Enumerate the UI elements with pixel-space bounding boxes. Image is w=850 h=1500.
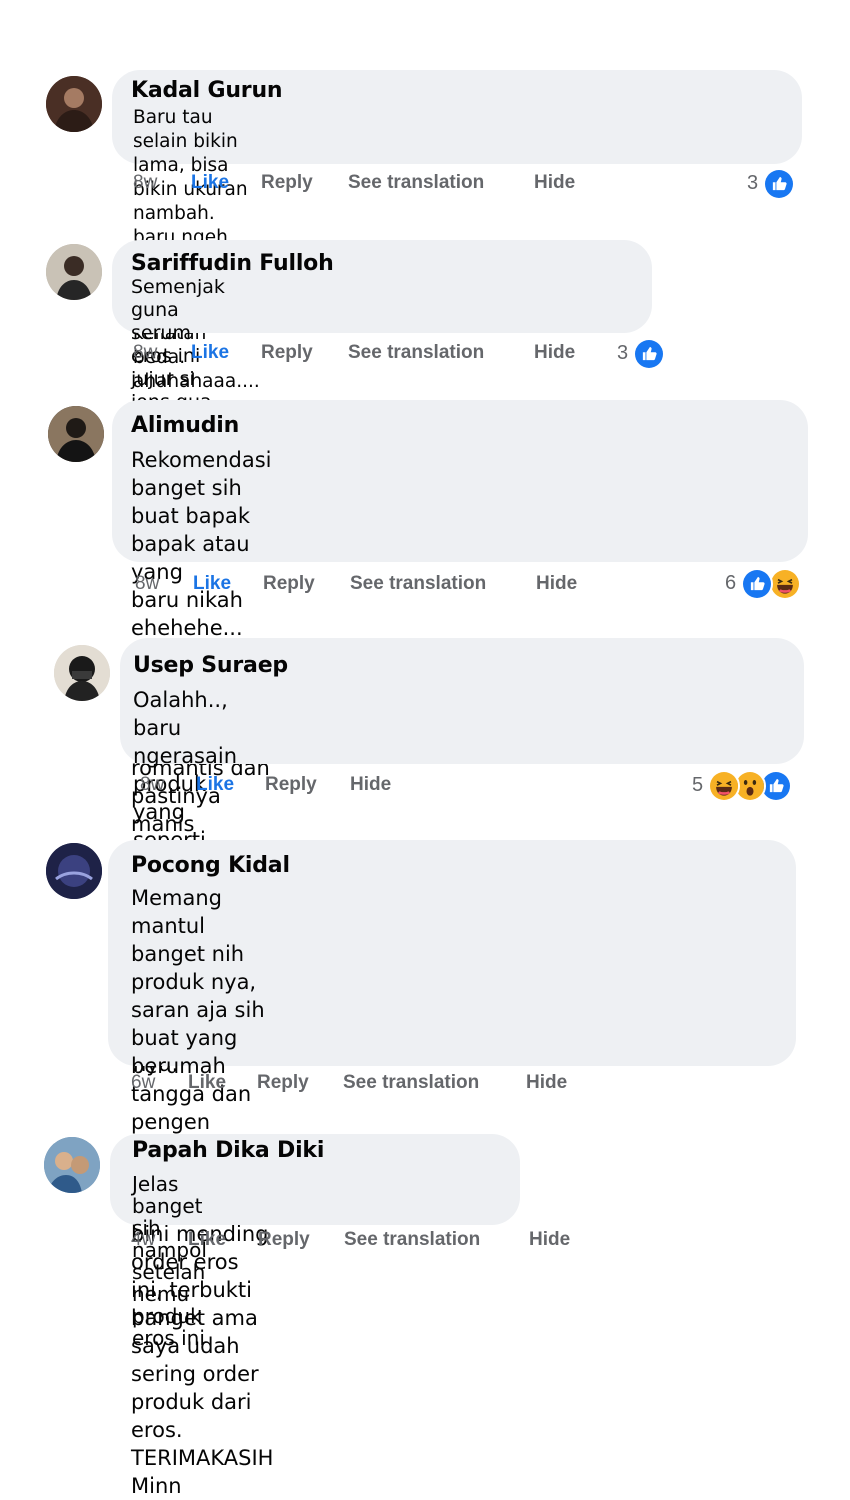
avatar[interactable] xyxy=(54,645,110,701)
comment-actions: 8w Like Reply See translation Hide xyxy=(133,342,673,370)
like-button[interactable]: Like xyxy=(191,172,229,194)
avatar[interactable] xyxy=(46,244,102,300)
hide-button[interactable]: Hide xyxy=(534,172,575,194)
like-button[interactable]: Like xyxy=(188,1072,226,1094)
see-translation-button[interactable]: See translation xyxy=(343,1072,479,1094)
timestamp[interactable]: 8w xyxy=(140,774,164,796)
comment-text: Jelas banget sih nampol setelah nemu pro… xyxy=(132,1172,207,1350)
see-translation-button[interactable]: See translation xyxy=(350,573,486,595)
avatar[interactable] xyxy=(46,843,102,899)
commenter-name[interactable]: Alimudin xyxy=(131,413,239,438)
hide-button[interactable]: Hide xyxy=(529,1229,570,1251)
avatar[interactable] xyxy=(44,1137,100,1193)
reply-button[interactable]: Reply xyxy=(261,172,313,194)
avatar[interactable] xyxy=(48,406,104,462)
see-translation-button[interactable]: See translation xyxy=(348,342,484,364)
comment-actions: 8w Like Reply See translation Hide xyxy=(135,573,735,601)
reaction-summary[interactable]: 6 xyxy=(723,568,807,602)
reply-button[interactable]: Reply xyxy=(258,1229,310,1251)
hide-button[interactable]: Hide xyxy=(350,774,391,796)
like-icon xyxy=(633,338,665,370)
commenter-name[interactable]: Kadal Gurun xyxy=(131,78,283,103)
comment-actions: 8w Like Reply Hide xyxy=(140,774,440,802)
timestamp[interactable]: 8w xyxy=(135,573,159,595)
see-translation-button[interactable]: See translation xyxy=(348,172,484,194)
hide-button[interactable]: Hide xyxy=(534,342,575,364)
haha-icon xyxy=(769,568,801,600)
reply-button[interactable]: Reply xyxy=(261,342,313,364)
like-button[interactable]: Like xyxy=(191,342,229,364)
haha-icon xyxy=(708,770,740,802)
avatar[interactable] xyxy=(46,76,102,132)
reaction-summary[interactable]: 3 xyxy=(745,168,805,202)
reaction-summary[interactable]: 5 xyxy=(690,770,800,804)
hide-button[interactable]: Hide xyxy=(526,1072,567,1094)
timestamp[interactable]: 8w xyxy=(133,172,157,194)
comment-actions: 6w Like Reply See translation Hide xyxy=(131,1072,731,1100)
timestamp[interactable]: 6w xyxy=(131,1072,155,1094)
commenter-name[interactable]: Usep Suraep xyxy=(133,653,288,678)
comment-actions: 4w Like Reply See translation Hide xyxy=(131,1229,731,1257)
reaction-count: 3 xyxy=(747,172,759,194)
like-icon xyxy=(763,168,795,200)
reply-button[interactable]: Reply xyxy=(263,573,315,595)
see-translation-button[interactable]: See translation xyxy=(344,1229,480,1251)
like-icon xyxy=(741,568,773,600)
like-button[interactable]: Like xyxy=(196,774,234,796)
like-button[interactable]: Like xyxy=(193,573,231,595)
commenter-name[interactable]: Pocong Kidal xyxy=(131,853,290,878)
reply-button[interactable]: Reply xyxy=(265,774,317,796)
timestamp[interactable]: 8w xyxy=(133,342,157,364)
reply-button[interactable]: Reply xyxy=(257,1072,309,1094)
comment-actions: 8w Like Reply See translation Hide xyxy=(133,172,813,200)
timestamp[interactable]: 4w xyxy=(131,1229,155,1251)
reaction-count: 3 xyxy=(617,342,629,364)
commenter-name[interactable]: Papah Dika Diki xyxy=(132,1138,324,1163)
hide-button[interactable]: Hide xyxy=(536,573,577,595)
commenter-name[interactable]: Sariffudin Fulloh xyxy=(131,251,334,276)
reaction-summary[interactable]: 3 xyxy=(615,338,675,372)
like-button[interactable]: Like xyxy=(188,1229,226,1251)
reaction-count: 6 xyxy=(725,572,737,594)
reaction-count: 5 xyxy=(692,774,704,796)
